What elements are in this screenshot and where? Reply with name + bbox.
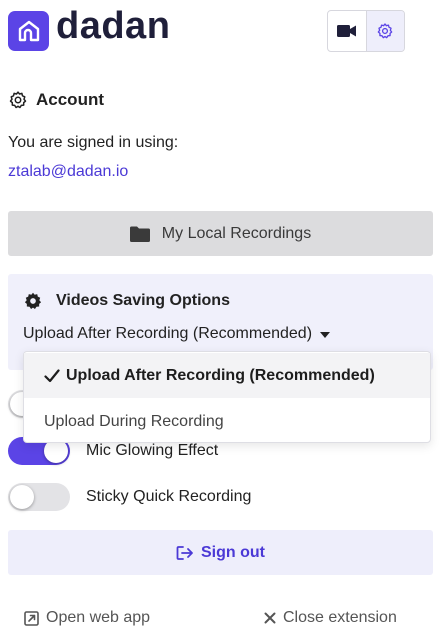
gear-icon [377,23,393,39]
saving-options-select[interactable]: Upload After Recording (Recommended) [23,325,331,343]
dropdown-option-label: Upload During Recording [44,412,224,430]
mode-switcher [327,10,405,52]
open-web-app-label: Open web app [46,609,151,626]
dropdown-option-upload-after[interactable]: Upload After Recording (Recommended) [24,353,430,398]
checkmark-icon [44,368,60,382]
saving-options-dropdown: Upload After Recording (Recommended) Upl… [23,351,431,443]
close-extension-label: Close extension [283,609,397,626]
logo-icon [8,11,49,51]
saving-options-selected-value: Upload After Recording (Recommended) [23,325,313,342]
account-section-header: Account [9,90,104,110]
saving-options-title: Videos Saving Options [56,292,230,309]
sticky-quick-recording-row: Sticky Quick Recording [8,483,251,511]
video-mode-button[interactable] [328,11,366,51]
sticky-quick-recording-label: Sticky Quick Recording [86,488,252,505]
account-email: ztalab@dadan.io [8,163,129,180]
account-title: Account [36,90,104,109]
signed-in-label: You are signed in using: [8,134,179,151]
dropdown-option-label: Upload After Recording (Recommended) [66,366,375,384]
gear-icon [9,91,27,109]
external-link-icon [24,610,39,626]
caret-down-icon [320,332,331,338]
close-icon [264,612,276,624]
saving-options-header: Videos Saving Options [24,292,230,310]
gear-icon [24,292,42,309]
sign-out-button[interactable]: Sign out [8,530,433,575]
mic-glowing-effect-label: Mic Glowing Effect [86,442,219,459]
sign-out-icon [176,545,193,560]
sticky-quick-recording-toggle[interactable] [8,483,70,511]
dropdown-option-upload-during[interactable]: Upload During Recording [24,399,430,444]
sign-out-label: Sign out [201,543,265,561]
my-local-recordings-button[interactable]: My Local Recordings [8,211,433,256]
open-web-app-link[interactable]: Open web app [24,609,150,627]
logo-text: dadan [56,5,171,47]
folder-icon [129,226,150,242]
close-extension-link[interactable]: Close extension [264,609,397,627]
my-local-recordings-label: My Local Recordings [161,224,312,242]
settings-mode-button[interactable] [365,11,404,51]
video-camera-icon [336,25,356,37]
